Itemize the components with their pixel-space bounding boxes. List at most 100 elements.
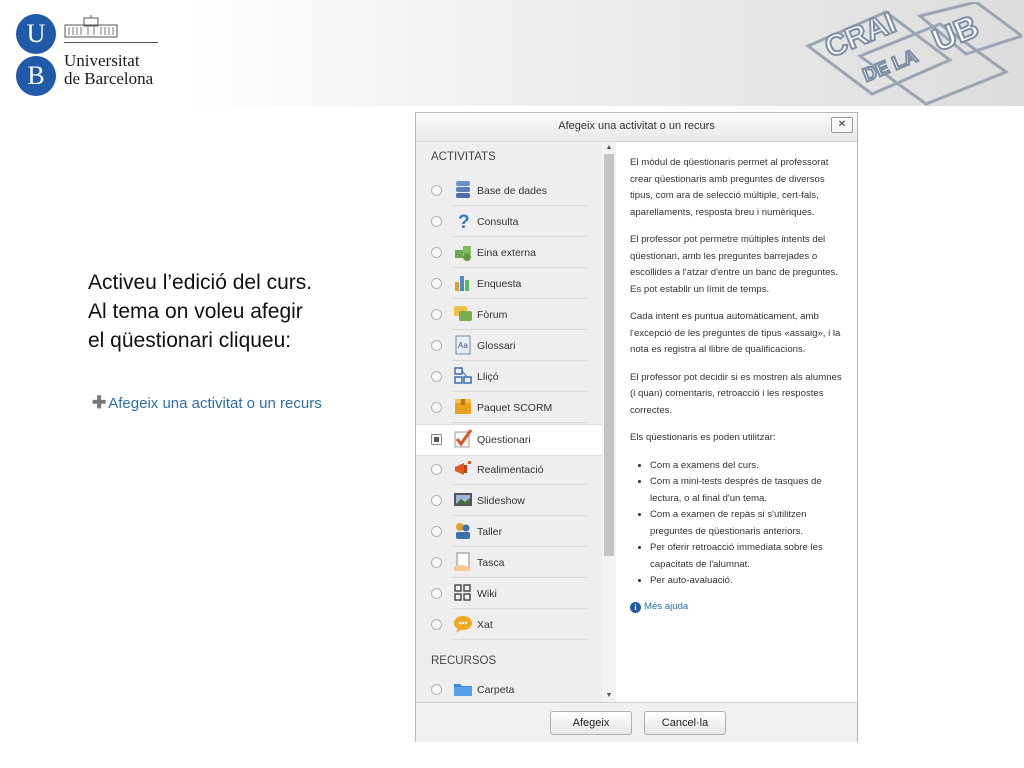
glossary-icon: Aa	[455, 335, 471, 355]
module-option-glossari[interactable]: Aa Glossari	[416, 331, 602, 361]
add-activity-or-resource-link[interactable]: ✚ Afegeix una activitat o un recurs	[92, 393, 322, 413]
dialog-footer: Afegeix Cancel·la	[416, 702, 857, 742]
module-option-tasca[interactable]: Tasca	[416, 548, 602, 578]
row-divider	[452, 422, 587, 423]
row-divider	[452, 267, 587, 268]
module-label: Fòrum	[477, 309, 508, 321]
module-option-realimentaci-[interactable]: Realimentació	[416, 455, 602, 485]
module-option-eina-externa[interactable]: Eina externa	[416, 238, 602, 268]
module-label: Wiki	[477, 588, 497, 600]
module-radio[interactable]	[431, 495, 442, 506]
module-radio[interactable]	[431, 247, 442, 258]
dialog-close-button[interactable]: ✕	[831, 117, 853, 133]
module-option-lli-[interactable]: Lliçó	[416, 362, 602, 392]
activity-list-pane[interactable]: ACTIVITATS Base de dades? Consulta Eina ext…	[416, 142, 616, 702]
module-radio[interactable]	[431, 278, 442, 289]
usage-list-item: Com a examen de repàs si s'utilitzen pre…	[650, 507, 846, 540]
page-header: U B Universitat de Barcelona CRAI DE LA …	[0, 0, 1024, 106]
module-radio[interactable]	[431, 309, 442, 320]
description-paragraph: Els qüestionaris es poden utilitzar:	[630, 432, 776, 443]
module-radio[interactable]	[431, 340, 442, 351]
module-radio[interactable]	[431, 619, 442, 630]
module-radio[interactable]	[431, 216, 442, 227]
module-radio[interactable]	[431, 588, 442, 599]
module-radio[interactable]	[431, 526, 442, 537]
module-label: Eina externa	[477, 247, 536, 259]
puzzle-icon	[455, 246, 471, 261]
module-option-consulta[interactable]: ? Consulta	[416, 207, 602, 237]
more-help-label: Més ajuda	[644, 600, 689, 612]
cancel-button[interactable]: Cancel·la	[644, 711, 726, 735]
workshop-icon	[456, 523, 470, 539]
bar-chart-icon	[455, 276, 469, 291]
intro-line-2: Al tema on voleu afegir	[88, 300, 303, 323]
module-label: Lliçó	[477, 371, 499, 383]
usage-list: Com a examens del curs.Com a mini-tests …	[630, 458, 846, 590]
module-option-paquet-scorm[interactable]: Paquet SCORM	[416, 393, 602, 423]
intro-instructions: Activeu l’edició del curs. Al tema on vo…	[88, 268, 388, 355]
module-radio[interactable]	[431, 684, 442, 695]
description-paragraph: Cada intent es puntua automàticament, am…	[630, 311, 841, 355]
module-label: Qüestionari	[477, 434, 531, 446]
lesson-icon	[454, 367, 472, 384]
module-option-taller[interactable]: Taller	[416, 517, 602, 547]
row-divider	[452, 608, 587, 609]
scroll-thumb[interactable]	[604, 154, 614, 556]
megaphone-icon	[455, 461, 471, 475]
scroll-down-arrow-icon[interactable]: ▼	[602, 690, 616, 702]
row-divider	[452, 298, 587, 299]
forum-icon	[454, 306, 472, 321]
module-label: Paquet SCORM	[477, 402, 553, 414]
package-icon	[455, 399, 471, 414]
description-paragraph: El mòdul de qüestionaris permet al profe…	[630, 157, 829, 218]
university-name-line1: Universitat	[64, 51, 140, 70]
scroll-up-arrow-icon[interactable]: ▲	[602, 142, 616, 154]
module-label: Xat	[477, 619, 493, 631]
module-radio[interactable]	[431, 371, 442, 382]
module-radio[interactable]	[431, 434, 442, 445]
chat-icon	[454, 616, 472, 633]
module-option-xat[interactable]: Xat	[416, 610, 602, 640]
module-option-wiki[interactable]: Wiki	[416, 579, 602, 609]
wiki-icon	[454, 584, 471, 601]
plus-icon: ✚	[92, 393, 107, 412]
slideshow-icon	[454, 493, 472, 506]
building-icon	[64, 15, 118, 38]
module-label: Slideshow	[477, 495, 525, 507]
module-radio[interactable]	[431, 464, 442, 475]
module-radio[interactable]	[431, 402, 442, 413]
module-option-f-rum[interactable]: Fòrum	[416, 300, 602, 330]
row-divider	[452, 484, 587, 485]
row-divider	[452, 577, 587, 578]
add-activity-dialog: Afegeix una activitat o un recurs ✕ ACTI…	[415, 112, 858, 742]
more-help-link[interactable]: i Més ajuda	[630, 599, 846, 616]
row-divider	[452, 391, 587, 392]
module-label: Carpeta	[477, 684, 515, 696]
module-radio[interactable]	[431, 185, 442, 196]
list-scrollbar[interactable]: ▲ ▼	[602, 142, 616, 702]
university-name: Universitat de Barcelona	[64, 52, 153, 88]
description-paragraph: El professor pot permetre múltiples inte…	[630, 234, 838, 295]
svg-text:Aa: Aa	[458, 341, 468, 350]
module-option-base-de-dades[interactable]: Base de dades	[416, 176, 602, 206]
module-label: Realimentació	[477, 464, 544, 476]
add-activity-link-label: Afegeix una activitat o un recurs	[108, 395, 322, 412]
module-option-q-estionari[interactable]: Qüestionari	[416, 424, 602, 456]
usage-list-item: Per auto-avaluació.	[650, 573, 846, 590]
dialog-title: Afegeix una activitat o un recurs	[558, 120, 715, 132]
module-label: Tasca	[477, 557, 505, 569]
usage-list-item: Per oferir retroacció immediata sobre le…	[650, 540, 846, 573]
add-button[interactable]: Afegeix	[550, 711, 632, 735]
module-option-enquesta[interactable]: Enquesta	[416, 269, 602, 299]
module-option-slideshow[interactable]: Slideshow	[416, 486, 602, 516]
question-icon: ?	[458, 212, 470, 232]
module-option-carpeta[interactable]: Carpeta	[416, 675, 602, 702]
logo-letter-b: B	[16, 56, 56, 96]
logo-letter-u: U	[16, 14, 56, 54]
module-label: Glossari	[477, 340, 516, 352]
university-name-line2: de Barcelona	[64, 69, 154, 88]
dialog-title-bar: Afegeix una activitat o un recurs	[416, 113, 857, 142]
logo-rule	[64, 42, 158, 43]
activity-description-pane: El mòdul de qüestionaris permet al profe…	[630, 155, 846, 695]
module-radio[interactable]	[431, 557, 442, 568]
